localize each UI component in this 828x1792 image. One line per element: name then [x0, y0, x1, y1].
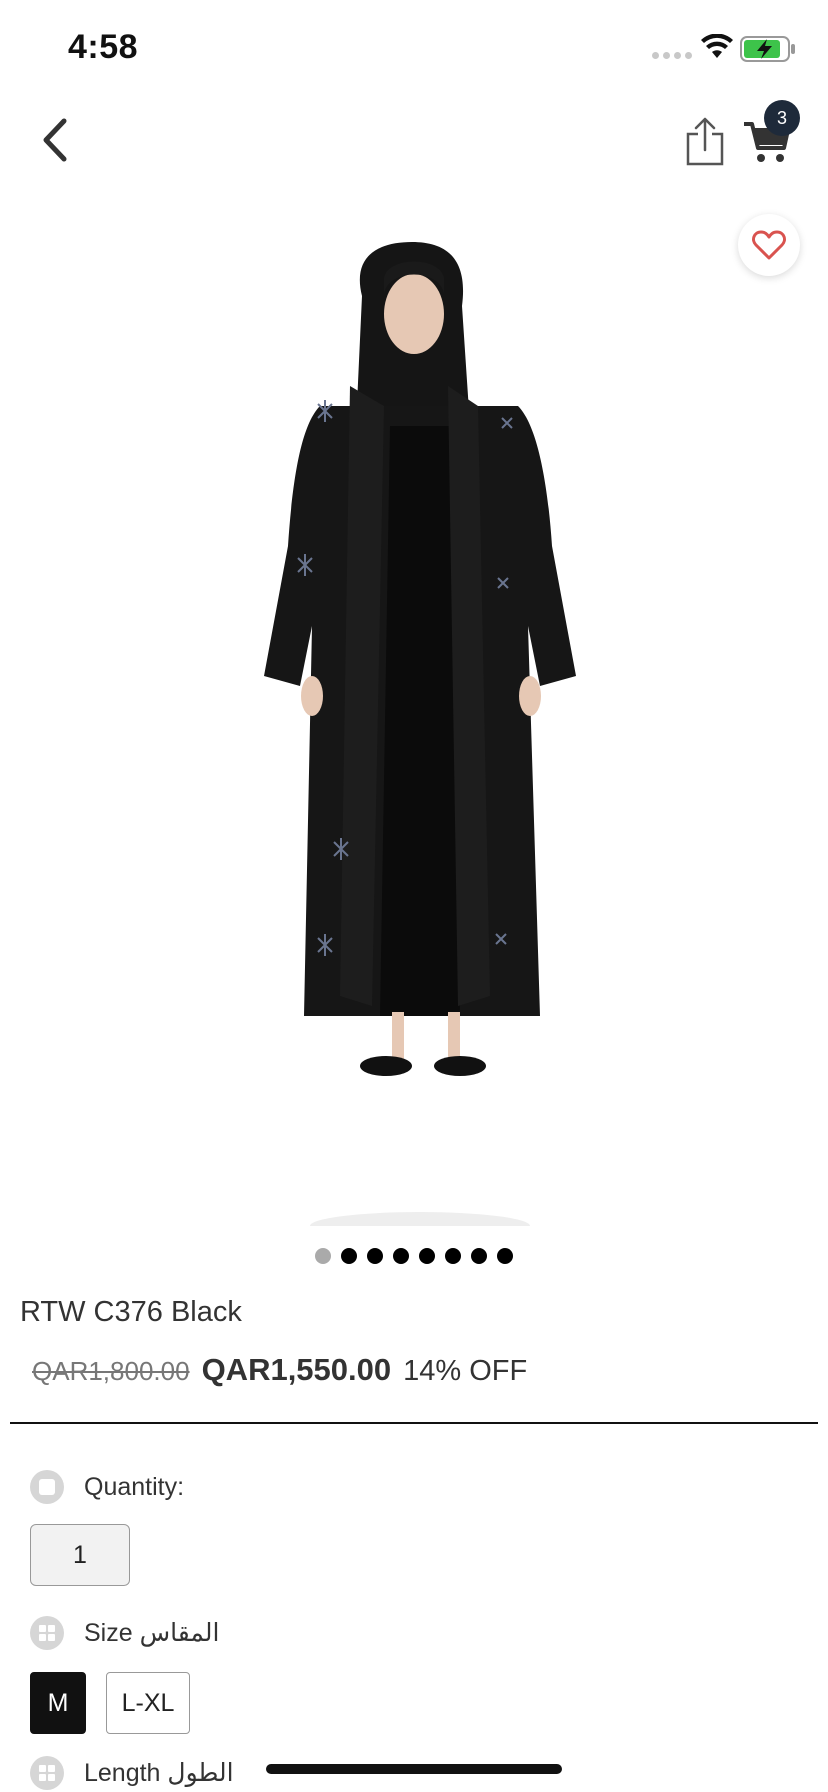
heart-icon [752, 230, 786, 260]
image-pager[interactable] [0, 1248, 828, 1264]
length-row: Length الطول [30, 1756, 234, 1790]
pager-dot[interactable] [419, 1248, 435, 1264]
pager-dot[interactable] [445, 1248, 461, 1264]
product-title: RTW C376 Black [20, 1296, 242, 1328]
pager-dot[interactable] [497, 1248, 513, 1264]
product-image[interactable] [0, 186, 828, 1226]
chevron-left-icon [43, 118, 67, 162]
cellular-signal-icon [652, 52, 692, 59]
quantity-field[interactable]: 1 [30, 1524, 130, 1586]
status-time: 4:58 [68, 28, 139, 66]
price-row: QAR1,800.00 QAR1,550.00 14% OFF [32, 1352, 527, 1388]
share-icon[interactable] [682, 116, 728, 168]
original-price: QAR1,800.00 [32, 1356, 190, 1386]
home-indicator [266, 1764, 562, 1774]
battery-charging-icon [740, 36, 795, 62]
size-icon [30, 1616, 64, 1650]
back-button[interactable] [30, 112, 80, 168]
favorite-button[interactable] [738, 214, 800, 276]
grid-icon [39, 1625, 55, 1641]
grid-icon [39, 1765, 55, 1781]
length-label: Length الطول [84, 1759, 234, 1787]
pager-dot[interactable] [367, 1248, 383, 1264]
size-label: Size المقاس [84, 1619, 220, 1647]
product-photo [264, 242, 576, 1226]
wifi-icon [701, 34, 733, 58]
pager-dot[interactable] [393, 1248, 409, 1264]
discount-label: 14% OFF [403, 1355, 528, 1387]
size-option-m[interactable]: M [30, 1672, 86, 1734]
divider [10, 1422, 818, 1424]
length-icon [30, 1756, 64, 1790]
navigation-bar [0, 96, 828, 186]
status-bar: 4:58 [0, 0, 828, 96]
pager-dot[interactable] [341, 1248, 357, 1264]
cart-count-badge: 3 [764, 100, 800, 136]
quantity-row: Quantity: [30, 1470, 184, 1504]
sale-price: QAR1,550.00 [201, 1352, 392, 1387]
quantity-icon [30, 1470, 64, 1504]
size-option-l-xl[interactable]: L-XL [106, 1672, 190, 1734]
size-row: Size المقاس [30, 1616, 219, 1650]
size-options: M L-XL [30, 1672, 190, 1734]
quantity-label: Quantity: [84, 1472, 185, 1501]
pager-dot[interactable] [471, 1248, 487, 1264]
pager-dot[interactable] [315, 1248, 331, 1264]
